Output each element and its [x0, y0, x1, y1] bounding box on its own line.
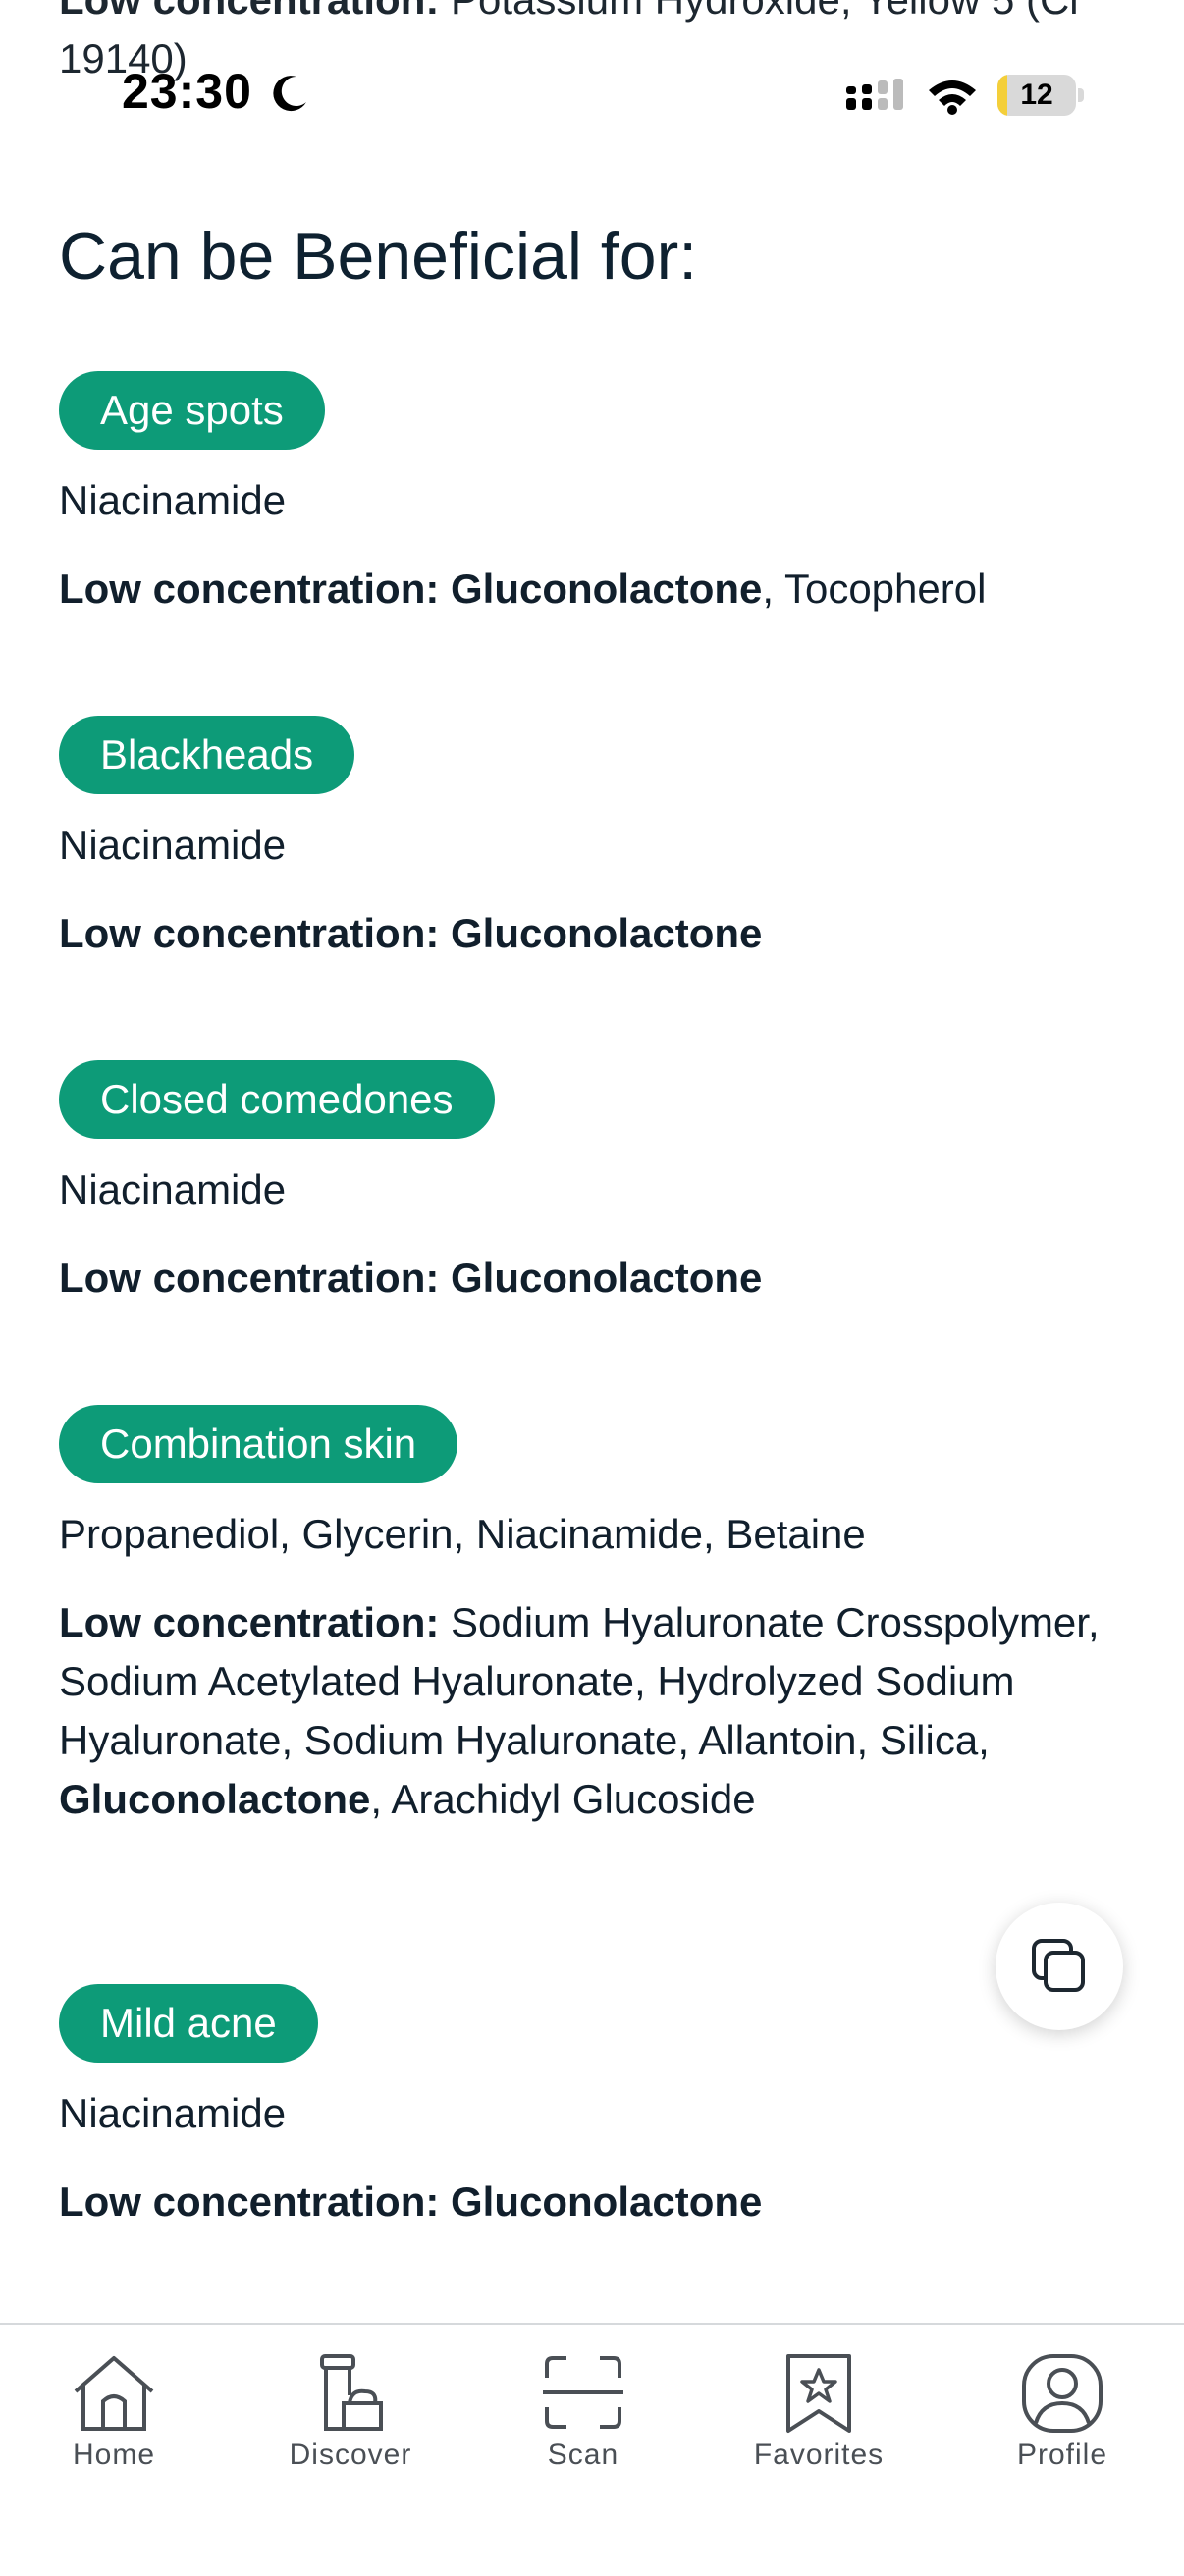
highlighted-ingredient: Gluconolactone	[451, 910, 763, 956]
ingredients-list: Niacinamide	[59, 1166, 287, 1212]
highlighted-ingredient: Gluconolactone	[59, 1776, 371, 1822]
low-concentration-rest: , Arachidyl Glucoside	[370, 1776, 756, 1822]
profile-icon	[1022, 2354, 1103, 2433]
cellular-signal-icon	[846, 79, 903, 110]
copy-button[interactable]	[996, 1903, 1123, 2030]
low-concentration-label: Low concentration:	[59, 1599, 440, 1645]
products-icon	[320, 2354, 383, 2431]
low-concentration-line: Low concentration: Gluconolactone	[59, 2173, 1129, 2231]
tab-profile[interactable]: Profile	[964, 2352, 1160, 2472]
low-concentration-label: Low concentration:	[59, 0, 439, 23]
low-concentration-label: Low concentration:	[59, 910, 440, 956]
tab-label: Scan	[547, 2439, 619, 2471]
bottom-tab-bar: Home Discover Scan Favorites Profile	[0, 2323, 1184, 2576]
highlighted-ingredient: Gluconolactone	[451, 2178, 763, 2225]
benefit-tag[interactable]: Blackheads	[59, 716, 355, 794]
low-concentration-rest: , Tocopherol	[762, 565, 987, 612]
tab-label: Home	[72, 2439, 156, 2471]
benefit-section-closed-comedones: Closed comedones Niacinamide Low concent…	[59, 1060, 1129, 1308]
wifi-icon	[929, 80, 976, 115]
low-concentration-line: Low concentration: Gluconolactone	[59, 1249, 1129, 1308]
highlighted-ingredient: Gluconolactone	[451, 565, 763, 612]
low-concentration-label: Low concentration:	[59, 565, 440, 612]
low-concentration-label: Low concentration:	[59, 1255, 440, 1301]
ingredients-list: Niacinamide	[59, 2090, 287, 2136]
copy-icon	[1032, 1939, 1085, 1992]
benefit-tag[interactable]: Age spots	[59, 371, 325, 450]
battery-tip	[1078, 88, 1084, 102]
benefit-section-age-spots: Age spots Niacinamide Low concentration:…	[59, 371, 1129, 618]
benefit-section-blackheads: Blackheads Niacinamide Low concentration…	[59, 716, 1129, 963]
benefit-tag[interactable]: Mild acne	[59, 1984, 318, 2063]
scan-icon	[543, 2356, 623, 2429]
tab-label: Discover	[289, 2439, 412, 2471]
bookmark-star-icon	[786, 2354, 851, 2433]
status-time: 23:30	[122, 64, 252, 119]
tab-label: Favorites	[753, 2439, 885, 2471]
moon-icon	[273, 76, 306, 112]
ingredients-list: Niacinamide	[59, 477, 287, 523]
low-concentration-line: Low concentration: Sodium Hyaluronate Cr…	[59, 1593, 1129, 1829]
tab-label: Profile	[1016, 2439, 1108, 2471]
tab-home[interactable]: Home	[16, 2352, 212, 2472]
benefit-tag[interactable]: Combination skin	[59, 1405, 458, 1483]
low-concentration-label: Low concentration:	[59, 2178, 440, 2225]
low-concentration-line: Low concentration: Gluconolactone, Tocop…	[59, 560, 1129, 618]
page-heading: Can be Beneficial for:	[59, 219, 698, 294]
tab-favorites[interactable]: Favorites	[721, 2352, 917, 2472]
low-concentration-line: Low concentration: Gluconolactone	[59, 904, 1129, 963]
benefit-section-mild-acne: Mild acne Niacinamide Low concentration:…	[59, 1984, 1129, 2231]
ingredients-list: Niacinamide	[59, 822, 287, 868]
battery-icon: 12	[997, 75, 1076, 116]
tab-scan[interactable]: Scan	[485, 2352, 681, 2472]
home-icon	[74, 2356, 154, 2431]
status-bar: 23:30 12	[0, 49, 1184, 147]
benefit-section-combination-skin: Combination skin Propanediol, Glycerin, …	[59, 1405, 1129, 1829]
battery-level: 12	[1020, 79, 1053, 111]
benefit-tag[interactable]: Closed comedones	[59, 1060, 495, 1139]
ingredients-list: Propanediol, Glycerin, Niacinamide, Beta…	[59, 1511, 866, 1557]
tab-discover[interactable]: Discover	[252, 2352, 449, 2472]
highlighted-ingredient: Gluconolactone	[451, 1255, 763, 1301]
